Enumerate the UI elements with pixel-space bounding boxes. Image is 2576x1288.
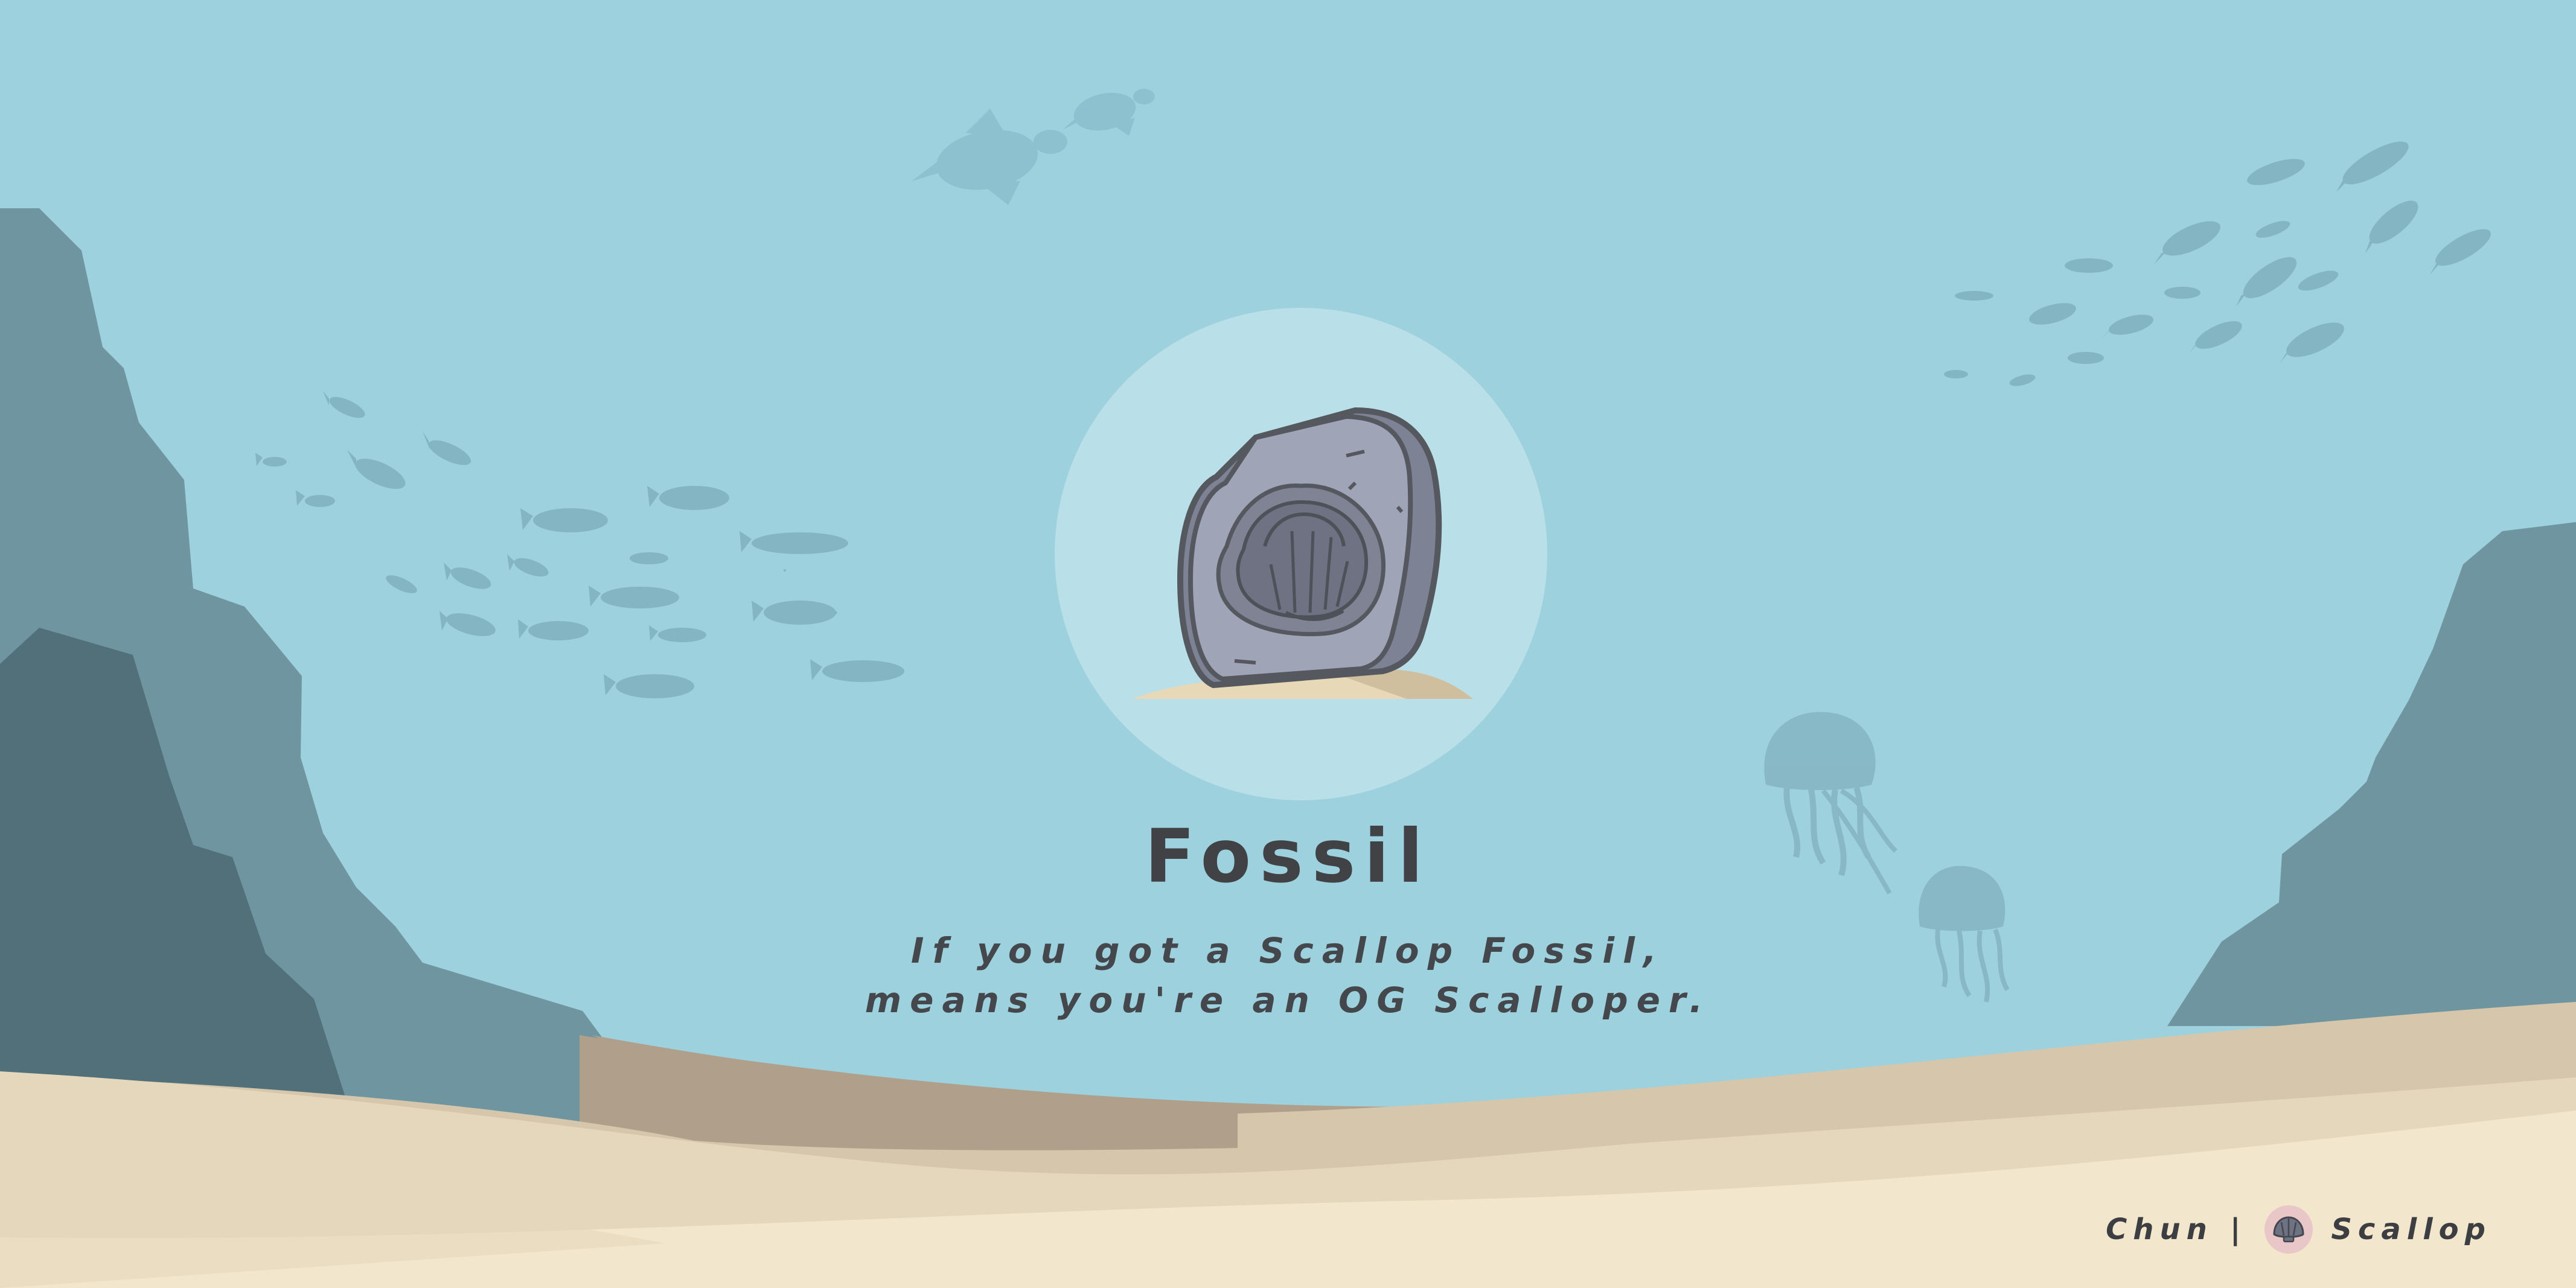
scallop-shell-icon xyxy=(2264,1205,2313,1254)
credit-separator: | xyxy=(2229,1213,2247,1246)
fish-icon xyxy=(2068,352,2104,364)
underwater-scene xyxy=(0,0,2576,1288)
author-name: Chun xyxy=(2106,1213,2213,1246)
fish-icon xyxy=(2164,287,2200,299)
brand-name: Scallop xyxy=(2331,1213,2491,1246)
fish-icon xyxy=(835,611,837,614)
fish-icon xyxy=(630,552,668,564)
fish-icon xyxy=(684,636,686,638)
tagline-line-1: If you got a Scallop Fossil, xyxy=(910,930,1666,971)
fish-icon xyxy=(784,569,786,572)
fish-icon xyxy=(2065,258,2113,273)
tagline-line-2: means you're an OG Scalloper. xyxy=(865,980,1711,1021)
fish-icon xyxy=(1955,291,1993,301)
fossil-emblem xyxy=(1055,308,1547,800)
fish-icon xyxy=(1944,370,1968,378)
credit-bar: Chun | Scallop xyxy=(2106,1204,2491,1255)
poster-title: Fossil xyxy=(1144,814,1432,899)
